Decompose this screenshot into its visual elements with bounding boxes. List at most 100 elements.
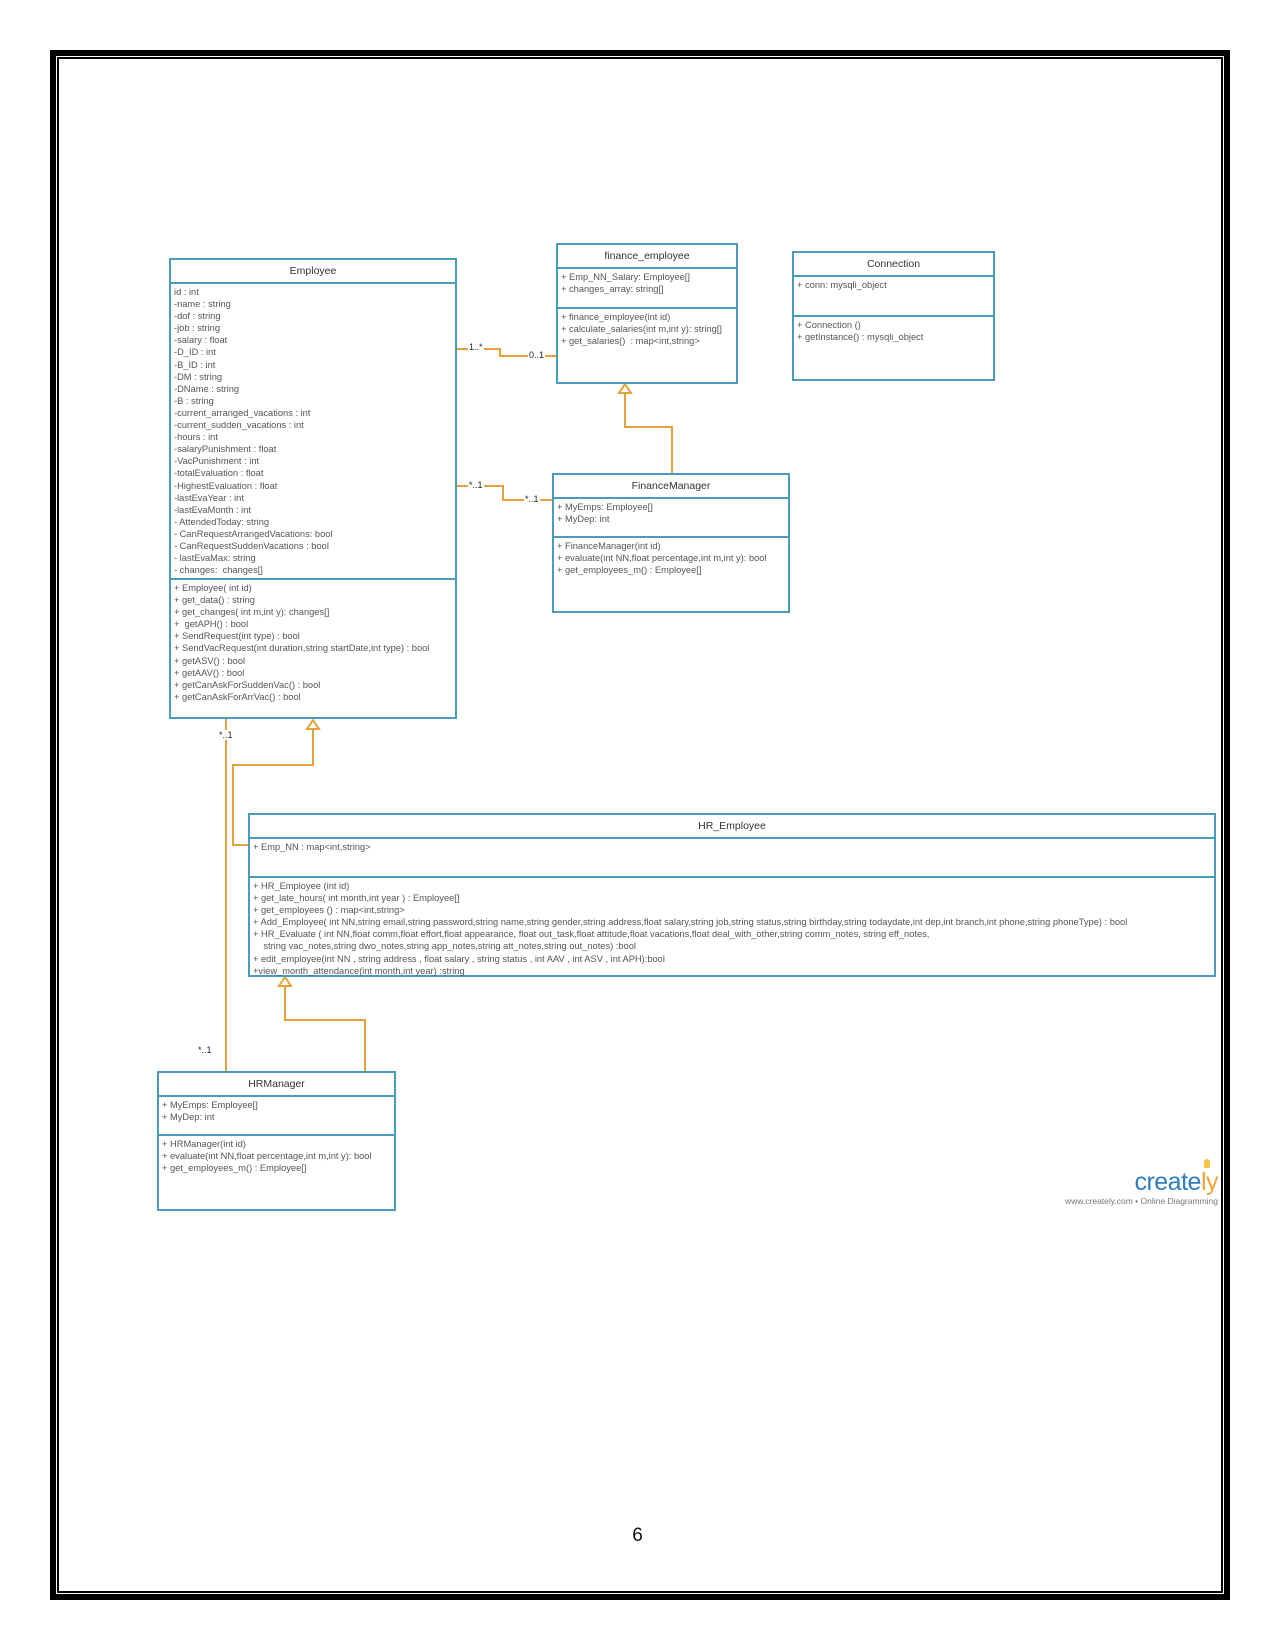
multiplicity-label: *..1	[524, 494, 540, 504]
class-name: Employee	[171, 260, 455, 284]
class-name: HRManager	[159, 1073, 394, 1097]
logo-text-accent: ly	[1200, 1168, 1219, 1196]
class-attribute: -salary : float	[174, 335, 228, 346]
class-attribute: + changes_array: string[]	[561, 284, 664, 295]
generalization-financemanager-finance-employee	[624, 393, 673, 473]
class-attribute: -B : string	[174, 395, 214, 406]
class-method: + getCanAskForSuddenVac() : bool	[174, 679, 321, 690]
class-method: + edit_employee(int NN , string address …	[253, 953, 665, 964]
methods-section: + Employee( int id) + get_data() : string…	[171, 578, 455, 719]
class-finance-employee[interactable]: finance_employee + Emp_NN_Salary: Employ…	[556, 243, 738, 384]
class-attribute: + MyEmps: Employee[]	[557, 502, 653, 512]
class-method: + get_employees_m() : Employee[]	[162, 1163, 307, 1174]
class-method: + Connection ()	[797, 320, 861, 330]
class-hr-employee[interactable]: HR_Employee + Emp_NN : map<int,string> +…	[248, 813, 1216, 977]
class-attribute: -current_sudden_vacations : int	[174, 420, 304, 431]
watermark-tagline: www.creately.com • Online Diagramming	[1064, 1196, 1218, 1206]
class-method: + Add_Employee( int NN,string email,stri…	[253, 917, 1128, 928]
class-attribute: - CanRequestSuddenVacations : bool	[174, 540, 329, 551]
generalization-hrmanager-hr-employee	[284, 986, 366, 1071]
class-attribute: -VacPunishment : int	[174, 456, 260, 467]
class-method: + SendVacRequest(int duration,string sta…	[174, 643, 430, 654]
class-attribute: id : int	[174, 287, 199, 297]
class-attribute: + Emp_NN_Salary: Employee[]	[561, 272, 690, 282]
page-number: 6	[632, 1525, 643, 1546]
class-method: + finance_employee(int id)	[561, 312, 671, 322]
class-method: + get_data() : string	[174, 595, 255, 606]
class-method: + getASV() : bool	[174, 655, 246, 666]
class-attribute: -lastEvaYear : int	[174, 492, 244, 503]
class-attribute: -totalEvaluation : float	[174, 468, 264, 479]
class-attribute: -D_ID : int	[174, 347, 216, 358]
generalization-arrow-finance-employee	[617, 382, 633, 394]
class-attribute: + MyDep: int	[557, 514, 610, 525]
class-attribute: -HighestEvaluation : float	[174, 480, 278, 491]
attributes-section: id : int -name : string -dof : string -job …	[171, 284, 455, 578]
class-name: Connection	[794, 253, 993, 277]
attributes-section: + Emp_NN_Salary: Employee[] + changes_arr…	[558, 269, 736, 307]
multiplicity-label: 0..1	[528, 350, 546, 360]
class-name: HR_Employee	[250, 815, 1214, 839]
attributes-section: + MyEmps: Employee[] + MyDep: int	[159, 1097, 394, 1134]
class-method: + HR_Evaluate ( int NN,float comm,float …	[253, 929, 930, 940]
class-hrmanager[interactable]: HRManager + MyEmps: Employee[] + MyDep: i…	[157, 1071, 396, 1211]
class-method: + get_changes( int m,int y): changes[]	[174, 607, 330, 618]
class-method: + HRManager(int id)	[162, 1139, 246, 1149]
class-attribute: -name : string	[174, 299, 231, 310]
class-attribute: -current_arranged_vacations : int	[174, 407, 311, 418]
attributes-section: + conn: mysqli_object	[794, 277, 993, 315]
class-attribute: -lastEvaMonth : int	[174, 504, 251, 515]
class-connection[interactable]: Connection + conn: mysqli_object + Conne…	[792, 251, 995, 381]
multiplicity-label: 1..*	[468, 342, 484, 352]
class-attribute: + conn: mysqli_object	[797, 280, 887, 290]
class-attribute: -B_ID : int	[174, 359, 216, 370]
class-attribute: -DName : string	[174, 383, 240, 394]
class-method: + calculate_salaries(int m,int y): strin…	[561, 324, 722, 335]
class-name: finance_employee	[558, 245, 736, 269]
class-method: + getAPH() : bool	[174, 619, 249, 630]
multiplicity-label: *..1	[468, 480, 484, 490]
class-attribute: - lastEvaMax: string	[174, 553, 256, 564]
class-attribute: - AttendedToday: string	[174, 516, 270, 527]
class-attribute: -job : string	[174, 323, 220, 334]
generalization-arrow-hr-employee	[277, 975, 293, 987]
class-method: + get_salaries() : map<int,string>	[561, 336, 700, 347]
lightbulb-icon	[1204, 1159, 1210, 1168]
class-method: + getCanAskForArrVac() : bool	[174, 691, 301, 702]
methods-section: + HRManager(int id) + evaluate(int NN,flo…	[159, 1134, 394, 1211]
multiplicity-label: *..1	[197, 1045, 213, 1055]
methods-section: + HR_Employee (int id) + get_late_hours( …	[250, 876, 1214, 977]
class-attribute: -hours : int	[174, 432, 218, 443]
class-method: + get_employees () : map<int,string>	[253, 905, 405, 916]
class-method: +view_month_attendance(int month,int yea…	[253, 965, 465, 976]
methods-section: + Connection () + getInstance() : mysqli_…	[794, 315, 993, 381]
class-attribute: + MyEmps: Employee[]	[162, 1100, 258, 1110]
class-method: + evaluate(int NN,float percentage,int m…	[162, 1151, 372, 1162]
creately-watermark: creately www.creately.com • Online Diagr…	[1050, 1159, 1219, 1206]
methods-section: + FinanceManager(int id) + evaluate(int N…	[554, 536, 788, 613]
attributes-section: + MyEmps: Employee[] + MyDep: int	[554, 499, 788, 536]
class-name: FinanceManager	[554, 475, 788, 499]
attributes-section: + Emp_NN : map<int,string>	[250, 839, 1214, 876]
class-attribute: -salaryPunishment : float	[174, 444, 277, 455]
class-method: + evaluate(int NN,float percentage,int m…	[557, 553, 767, 564]
class-method: + getAAV() : bool	[174, 667, 245, 678]
class-method: + get_late_hours( int month,int year ) :…	[253, 893, 460, 904]
class-employee[interactable]: Employee id : int -name : string -dof : st…	[169, 258, 457, 719]
class-attribute: - CanRequestArrangedVacations: bool	[174, 528, 333, 539]
methods-section: + finance_employee(int id) + calculate_sa…	[558, 307, 736, 384]
class-attribute: + MyDep: int	[162, 1112, 215, 1123]
class-attribute: -dof : string	[174, 311, 221, 322]
class-method: + FinanceManager(int id)	[557, 541, 661, 551]
class-attribute: - changes: changes[]	[174, 565, 263, 576]
generalization-arrow-employee	[305, 718, 321, 730]
class-method: string vac_notes,string dwo_notes,string…	[253, 941, 636, 952]
creately-logo: creately	[1050, 1168, 1218, 1196]
multiplicity-label: *..1	[218, 730, 234, 740]
class-attribute: + Emp_NN : map<int,string>	[253, 842, 371, 852]
logo-text: create	[1134, 1168, 1201, 1196]
class-financemanager[interactable]: FinanceManager + MyEmps: Employee[] + MyD…	[552, 473, 790, 613]
class-method: + get_employees_m() : Employee[]	[557, 565, 702, 576]
class-method: + SendRequest(int type) : bool	[174, 631, 300, 642]
class-method: + HR_Employee (int id)	[253, 881, 350, 891]
